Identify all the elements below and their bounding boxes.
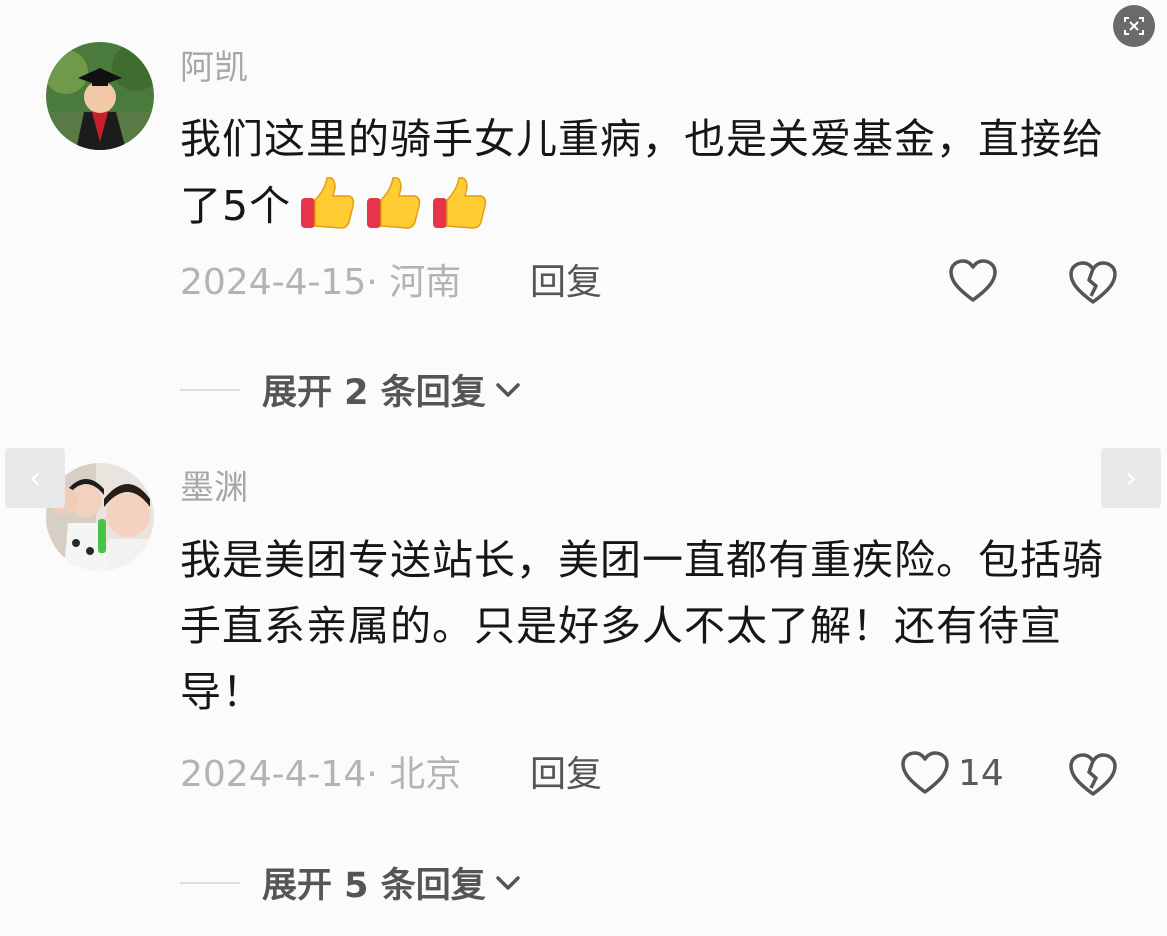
chevron-down-icon xyxy=(495,382,520,397)
comment-location: · 河南 xyxy=(366,262,462,303)
broken-heart-icon xyxy=(1069,753,1117,796)
thumbs-up-emoji-icon xyxy=(367,176,421,229)
chevron-down-icon xyxy=(495,875,520,890)
thumbs-up-emoji-icon xyxy=(433,176,487,229)
heart-icon xyxy=(901,751,949,794)
expand-replies-label: 展开 5 条回复 xyxy=(262,866,486,906)
dislike-button[interactable] xyxy=(1068,260,1118,310)
comment-text: 我是美团专送站长，美团一直都有重疾险。包括骑手直系亲属的。只是好多人不太了解！还… xyxy=(180,536,1104,716)
reply-button[interactable]: 回复 xyxy=(530,258,602,308)
prev-image-button[interactable]: ‹ xyxy=(5,448,65,508)
reply-button[interactable]: 回复 xyxy=(530,750,602,800)
chevron-right-icon: › xyxy=(1125,460,1137,496)
dislike-button[interactable] xyxy=(1068,752,1118,802)
like-button[interactable] xyxy=(948,258,998,304)
heart-icon xyxy=(949,259,997,302)
comment-date: 2024-4-15 xyxy=(180,262,367,303)
broken-heart-icon xyxy=(1069,261,1117,304)
comment-date: 2024-4-14 xyxy=(180,754,367,795)
like-button[interactable]: 14 xyxy=(900,750,1004,796)
comment-username[interactable]: 墨渊 xyxy=(180,466,248,510)
image-scan-icon xyxy=(1124,17,1144,35)
chevron-left-icon: ‹ xyxy=(29,460,41,496)
next-image-button[interactable]: › xyxy=(1101,448,1161,508)
comment-meta: 2024-4-14· 北京 xyxy=(180,750,461,800)
comment-username[interactable]: 阿凯 xyxy=(180,46,248,90)
thumbs-up-emoji-icon xyxy=(301,176,355,229)
divider-line xyxy=(180,881,240,884)
divider-line xyxy=(180,388,240,391)
comment-location: · 北京 xyxy=(366,754,462,795)
image-scan-button[interactable] xyxy=(1113,5,1155,47)
comment-meta: 2024-4-15· 河南 xyxy=(180,258,461,308)
avatar[interactable] xyxy=(46,42,154,150)
expand-replies-label: 展开 2 条回复 xyxy=(262,373,486,413)
thumbs-up-emoji-group xyxy=(291,176,489,230)
like-count: 14 xyxy=(958,752,1004,794)
expand-replies-button[interactable]: 展开 5 条回复 xyxy=(180,857,524,908)
expand-replies-button[interactable]: 展开 2 条回复 xyxy=(180,364,524,415)
comment-text: 我们这里的骑手女儿重病，也是关爱基金，直接给了5个 xyxy=(180,106,1110,239)
